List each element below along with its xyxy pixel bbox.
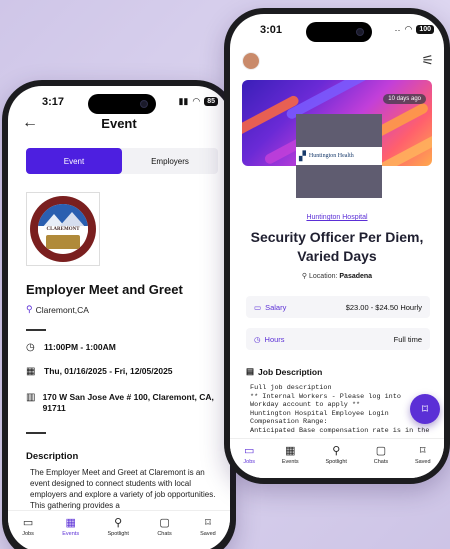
briefcase-icon: ▭ [22,517,34,529]
calendar-icon: ▦ [26,366,36,377]
divider [26,329,46,331]
job-screen: 3:01 ·· ◠ 100 ⚟ 10 days ago ▞ Huntington… [230,14,444,478]
description-text: The Employer Meet and Greet at Claremont… [30,468,216,510]
spotlight-icon: ⚲ [332,445,341,457]
avatar[interactable] [242,52,260,70]
event-location: ⚲ Claremont,CA [26,304,89,315]
wifi-icon: ◠ [404,24,413,34]
signal-icon: ▮▮ [178,96,189,106]
description-heading: Description [26,451,79,462]
bookmark-icon: ⌑ [421,402,429,416]
left-phone: 3:17 ▮▮ ◠ 85 ← Event Event Employers CLA… [2,80,236,549]
job-description-text: Full job description ** Internal Workers… [250,384,430,435]
hours-value: Full time [393,334,422,344]
job-title: Security Officer Per Diem, Varied Days [250,229,424,264]
dynamic-island [88,94,156,114]
money-icon: ▭ [254,302,262,312]
company-logo: ▞ Huntington Health [296,114,382,198]
tab-events[interactable]: ▦ Events [282,439,299,478]
tab-jobs[interactable]: ▭ Jobs [22,511,34,549]
job-description-heading: ▤ Job Description [246,366,323,377]
document-icon: ▤ [246,366,255,376]
tab-chats[interactable]: ▢ Chats [157,511,171,549]
tab-saved[interactable]: ⌑ Saved [200,511,216,549]
hours-card: ◷ Hours Full time [246,328,430,350]
battery-icon: 100 [416,25,434,34]
tab-chats[interactable]: ▢ Chats [374,439,388,478]
clock-icon: ◷ [254,334,261,344]
bookmark-icon: ⌑ [205,517,211,529]
chat-icon: ▢ [159,517,170,529]
event-address: ▥ 170 W San Jose Ave # 100, Claremont, C… [26,392,214,413]
calendar-icon: ▦ [65,517,76,529]
briefcase-icon: ▭ [244,445,255,457]
page-title: Event [101,116,137,131]
building-icon: ▥ [26,392,36,403]
clock-icon: ◷ [26,342,35,353]
status-icons: ·· ◠ 100 [394,24,434,35]
tab-spotlight[interactable]: ⚲ Spotlight [326,439,347,478]
status-icons: ▮▮ ◠ 85 [178,96,218,107]
spotlight-icon: ⚲ [114,517,123,529]
save-job-button[interactable]: ⌑ [410,394,440,424]
tab-spotlight[interactable]: ⚲ Spotlight [108,511,129,549]
status-time: 3:01 [260,24,283,36]
location-pin-icon: ⚲ [26,304,33,314]
posted-badge: 10 days ago [383,94,426,104]
signal-icon: ·· [394,24,401,35]
tab-jobs[interactable]: ▭ Jobs [243,439,255,478]
filter-icon[interactable]: ⚟ [421,52,434,69]
event-dates: ▦ Thu, 01/16/2025 - Fri, 12/05/2025 [26,366,173,377]
event-screen: 3:17 ▮▮ ◠ 85 ← Event Event Employers CLA… [8,86,230,549]
bottom-tab-bar: ▭ Jobs ▦ Events ⚲ Spotlight ▢ Chats ⌑ Sa… [8,510,230,549]
location-pin-icon: ⚲ [301,273,308,280]
wifi-icon: ◠ [192,96,201,106]
event-logo: CLAREMONT [26,192,100,266]
tab-saved[interactable]: ⌑ Saved [415,439,431,478]
segment-control: Event Employers [26,148,218,174]
dynamic-island [306,22,372,42]
tab-employers[interactable]: Employers [122,148,218,174]
event-title: Employer Meet and Greet [26,282,183,297]
right-phone: 3:01 ·· ◠ 100 ⚟ 10 days ago ▞ Huntington… [224,8,450,484]
bottom-tab-bar: ▭ Jobs ▦ Events ⚲ Spotlight ▢ Chats ⌑ Sa… [230,438,444,478]
salary-card: ▭ Salary $23.00 - $24.50 Hourly [246,296,430,318]
bookmark-icon: ⌑ [419,445,426,457]
salary-value: $23.00 - $24.50 Hourly [345,302,422,312]
job-location: ⚲ Location: Pasadena [301,273,373,280]
calendar-icon: ▦ [285,445,296,457]
event-time: ◷ 11:00PM - 1:00AM [26,342,116,353]
battery-icon: 85 [204,97,218,106]
company-link[interactable]: Huntington Hospital [230,214,444,221]
status-time: 3:17 [42,96,65,108]
chat-icon: ▢ [375,445,387,457]
divider [26,432,46,434]
tab-events[interactable]: ▦ Events [62,511,79,549]
tab-event[interactable]: Event [26,148,122,174]
